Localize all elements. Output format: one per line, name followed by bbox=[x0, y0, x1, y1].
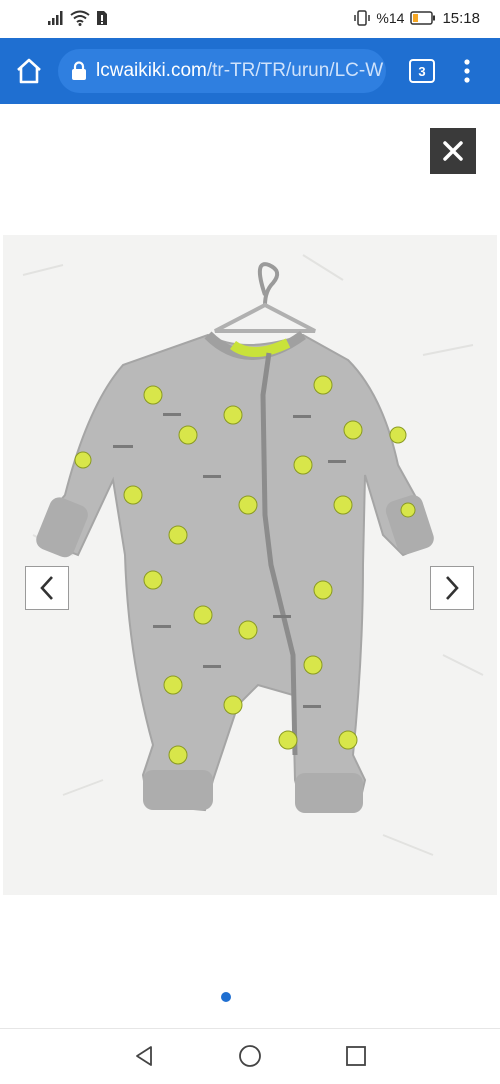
recents-square-icon bbox=[346, 1046, 366, 1066]
url-text[interactable]: lcwaikiki.com/tr-TR/TR/urun/LC-W bbox=[96, 60, 383, 82]
jumpsuit-illustration bbox=[22, 254, 484, 856]
close-icon bbox=[443, 141, 463, 161]
home-icon bbox=[17, 58, 41, 84]
signal-icon bbox=[48, 11, 63, 25]
url-bar[interactable]: lcwaikiki.com/tr-TR/TR/urun/LC-W bbox=[58, 49, 386, 93]
tab-count: 3 bbox=[418, 63, 426, 79]
status-left-icons bbox=[48, 8, 108, 28]
status-right-icons: %14 15:18 bbox=[354, 8, 480, 28]
recents-button[interactable] bbox=[345, 1045, 367, 1072]
back-button[interactable] bbox=[132, 1044, 156, 1073]
browser-toolbar: lcwaikiki.com/tr-TR/TR/urun/LC-W 3 bbox=[0, 38, 500, 104]
home-button[interactable] bbox=[14, 56, 44, 86]
clock-time: 15:18 bbox=[442, 9, 480, 27]
next-image-button[interactable] bbox=[430, 566, 474, 610]
more-vert-icon bbox=[464, 59, 470, 83]
sim-icon bbox=[97, 11, 107, 25]
vibrate-icon bbox=[354, 10, 371, 26]
home-circle-icon bbox=[239, 1045, 261, 1067]
battery-percent: %14 bbox=[376, 10, 405, 26]
url-path: /tr-TR/TR/urun/LC-W bbox=[206, 60, 384, 81]
back-triangle-icon bbox=[136, 1046, 152, 1066]
tab-switcher-button[interactable]: 3 bbox=[409, 59, 435, 83]
previous-image-button[interactable] bbox=[25, 566, 69, 610]
home-system-button[interactable] bbox=[238, 1044, 262, 1073]
close-button[interactable] bbox=[430, 128, 476, 174]
system-nav-bar bbox=[0, 1028, 500, 1084]
battery-icon bbox=[410, 11, 436, 25]
carousel-indicator-dot[interactable] bbox=[221, 992, 231, 1002]
url-domain: lcwaikiki.com bbox=[96, 60, 207, 81]
chevron-right-icon bbox=[446, 576, 459, 600]
status-bar: %14 15:18 bbox=[0, 0, 500, 38]
lock-icon[interactable] bbox=[70, 61, 88, 81]
wifi-icon bbox=[70, 10, 90, 26]
chevron-left-icon bbox=[40, 576, 53, 600]
product-image[interactable] bbox=[3, 235, 497, 895]
browser-menu-button[interactable] bbox=[460, 58, 474, 84]
